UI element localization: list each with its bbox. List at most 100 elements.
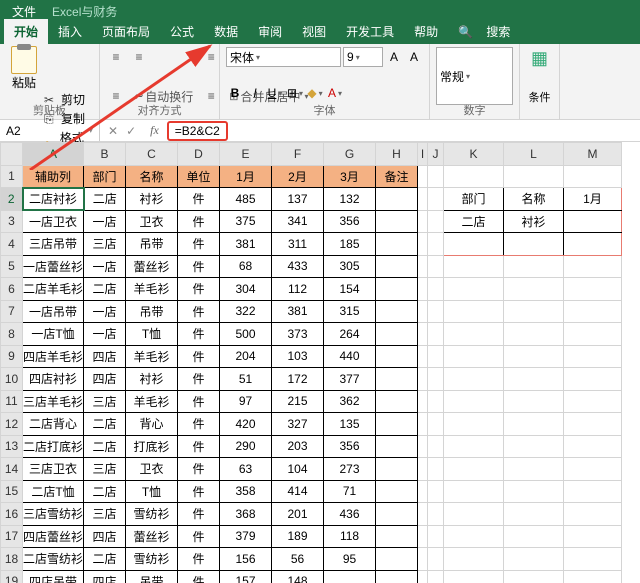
italic-button[interactable]: I (246, 84, 264, 102)
cell[interactable]: 件 (178, 525, 220, 548)
side-header[interactable]: 名称 (504, 188, 564, 211)
cell[interactable]: 485 (220, 188, 272, 211)
cell[interactable]: 440 (324, 345, 376, 368)
formula-bar[interactable]: =B2&C2 (167, 121, 228, 141)
cell[interactable]: 一店吊带 (23, 300, 84, 323)
cell[interactable]: 三店雪纺衫 (23, 503, 84, 526)
cell[interactable]: 154 (324, 278, 376, 301)
row-header[interactable]: 9 (1, 345, 23, 368)
cell[interactable]: 四店蕾丝衫 (23, 525, 84, 548)
row-header[interactable]: 16 (1, 503, 23, 526)
file-menu[interactable]: 文件 (4, 3, 44, 20)
cell[interactable]: 304 (220, 278, 272, 301)
cell[interactable]: 件 (178, 255, 220, 278)
cell[interactable]: 四店衬衫 (23, 368, 84, 391)
cell[interactable]: 背心 (126, 413, 178, 436)
cell[interactable] (376, 435, 418, 458)
cell[interactable]: 二店 (84, 413, 126, 436)
cell[interactable]: 95 (324, 548, 376, 571)
row-header[interactable]: 11 (1, 390, 23, 413)
cell[interactable]: 500 (220, 323, 272, 346)
cell[interactable]: 273 (324, 458, 376, 481)
cell[interactable]: 157 (220, 570, 272, 583)
underline-button[interactable]: U▾ (266, 84, 284, 102)
cell[interactable]: 203 (272, 435, 324, 458)
table-header[interactable]: 部门 (84, 165, 126, 188)
col-header-C[interactable]: C (126, 143, 178, 166)
cell[interactable]: 羊毛衫 (126, 278, 178, 301)
cell[interactable]: 381 (220, 233, 272, 256)
cell[interactable]: 件 (178, 435, 220, 458)
cell[interactable]: 137 (272, 188, 324, 211)
cell[interactable]: 290 (220, 435, 272, 458)
cell[interactable]: 三店 (84, 503, 126, 526)
cell[interactable]: 356 (324, 210, 376, 233)
table-header[interactable]: 3月 (324, 165, 376, 188)
cell[interactable]: 四店 (84, 345, 126, 368)
side-header[interactable]: 1月 (564, 188, 622, 211)
cell[interactable]: 一店 (84, 255, 126, 278)
cell[interactable]: 件 (178, 390, 220, 413)
cell[interactable]: 吊带 (126, 233, 178, 256)
cell[interactable]: 356 (324, 435, 376, 458)
cell[interactable]: 三店羊毛衫 (23, 390, 84, 413)
cell[interactable]: 201 (272, 503, 324, 526)
cell[interactable]: 373 (272, 323, 324, 346)
col-header-I[interactable]: I (418, 143, 428, 166)
cell[interactable]: 件 (178, 503, 220, 526)
cell[interactable]: 215 (272, 390, 324, 413)
row-header[interactable]: 1 (1, 165, 23, 188)
cell[interactable]: 436 (324, 503, 376, 526)
cancel-formula[interactable]: ✕ (108, 124, 118, 138)
cell[interactable]: T恤 (126, 323, 178, 346)
col-header-L[interactable]: L (504, 143, 564, 166)
cell[interactable] (376, 570, 418, 583)
cell[interactable]: 311 (272, 233, 324, 256)
spreadsheet-grid[interactable]: ABCDEFGHIJKLM 1辅助列部门名称单位1月2月3月备注2二店衬衫二店衬… (0, 142, 622, 583)
cell[interactable]: 件 (178, 458, 220, 481)
cell[interactable]: 264 (324, 323, 376, 346)
cell[interactable]: 卫衣 (126, 210, 178, 233)
cell[interactable]: 件 (178, 570, 220, 583)
row-header[interactable]: 18 (1, 548, 23, 571)
cell[interactable]: 63 (220, 458, 272, 481)
cell[interactable]: 件 (178, 300, 220, 323)
accept-formula[interactable]: ✓ (126, 124, 136, 138)
table-header[interactable]: 名称 (126, 165, 178, 188)
cell[interactable]: 156 (220, 548, 272, 571)
cell[interactable]: 件 (178, 548, 220, 571)
cell[interactable]: 132 (324, 188, 376, 211)
tab-start[interactable]: 开始 (4, 19, 48, 44)
col-header-F[interactable]: F (272, 143, 324, 166)
cell[interactable]: 118 (324, 525, 376, 548)
cell[interactable]: 一店蕾丝衫 (23, 255, 84, 278)
col-header-B[interactable]: B (84, 143, 126, 166)
cell[interactable]: 三店卫衣 (23, 458, 84, 481)
table-header[interactable]: 备注 (376, 165, 418, 188)
cell[interactable]: 103 (272, 345, 324, 368)
row-header[interactable]: 12 (1, 413, 23, 436)
side-cell[interactable]: 二店 (444, 210, 504, 233)
cell[interactable]: 二店雪纺衫 (23, 548, 84, 571)
cell[interactable] (376, 390, 418, 413)
cell[interactable]: 185 (324, 233, 376, 256)
cell[interactable]: 204 (220, 345, 272, 368)
cell[interactable] (376, 368, 418, 391)
cell[interactable]: 二店背心 (23, 413, 84, 436)
cell[interactable]: 件 (178, 233, 220, 256)
cell[interactable]: 三店 (84, 458, 126, 481)
col-header-H[interactable]: H (376, 143, 418, 166)
increase-font[interactable]: A (385, 48, 403, 66)
side-cell[interactable] (504, 233, 564, 256)
cell[interactable]: 104 (272, 458, 324, 481)
cell[interactable]: 148 (272, 570, 324, 583)
cell[interactable] (376, 345, 418, 368)
col-header-G[interactable]: G (324, 143, 376, 166)
row-header[interactable]: 5 (1, 255, 23, 278)
cell[interactable]: 315 (324, 300, 376, 323)
bold-button[interactable]: B (226, 84, 244, 102)
cell[interactable] (376, 323, 418, 346)
cell[interactable]: 71 (324, 480, 376, 503)
cell[interactable]: 68 (220, 255, 272, 278)
tab-layout[interactable]: 页面布局 (92, 19, 160, 44)
